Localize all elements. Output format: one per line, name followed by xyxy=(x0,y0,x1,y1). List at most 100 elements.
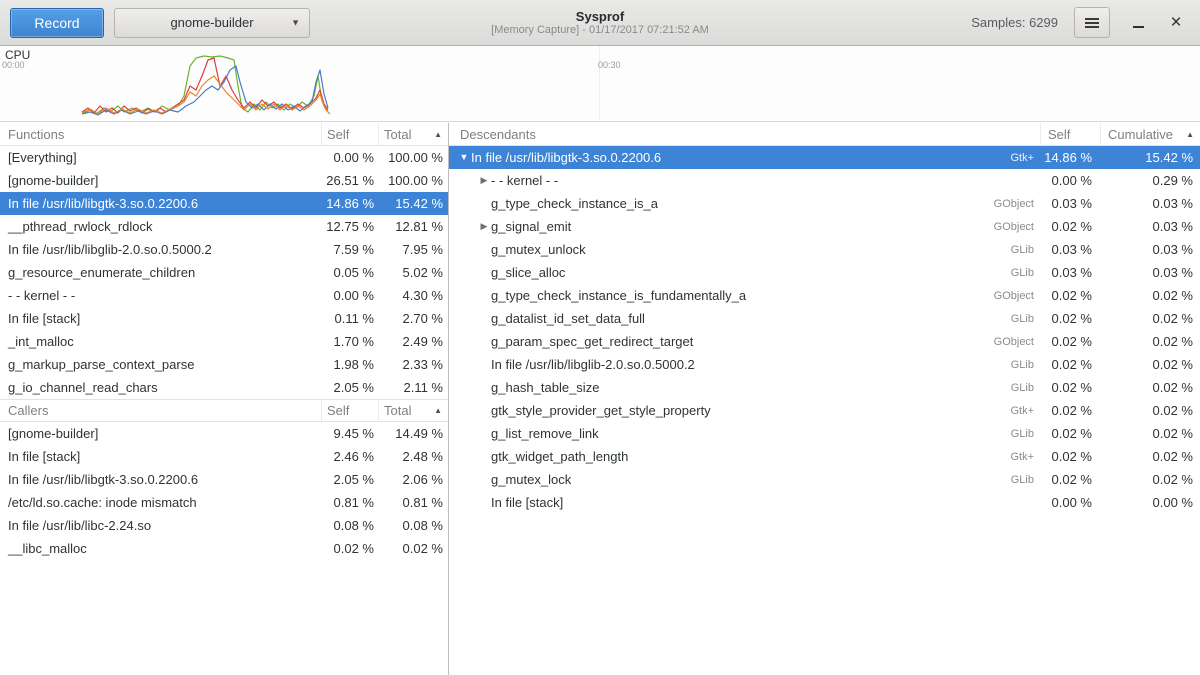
caller-row[interactable]: In file [stack]2.46 %2.48 % xyxy=(0,445,448,468)
functions-column-header[interactable]: Functions xyxy=(0,123,321,145)
function-row[interactable]: g_io_channel_read_chars2.05 %2.11 % xyxy=(0,376,448,399)
descendant-name-cell: g_slice_allocGLib xyxy=(449,265,1040,280)
cumulative-percent: 0.02 % xyxy=(1100,403,1200,418)
expander-expanded-icon[interactable]: ▼ xyxy=(457,153,471,162)
cpu-timeline[interactable]: CPU 00:00 00:30 xyxy=(0,46,1200,122)
descendant-row[interactable]: g_mutex_lockGLib0.02 %0.02 % xyxy=(449,468,1200,491)
target-selector-dropdown[interactable]: gnome-builder ▼ xyxy=(114,8,310,38)
time-tick-start: 00:00 xyxy=(2,60,25,70)
cumulative-percent: 0.02 % xyxy=(1100,472,1200,487)
descendant-row[interactable]: In file /usr/lib/libglib-2.0.so.0.5000.2… xyxy=(449,353,1200,376)
self-percent: 2.05 % xyxy=(321,472,378,487)
descendant-row[interactable]: gtk_style_provider_get_style_propertyGtk… xyxy=(449,399,1200,422)
descendants-cumulative-column-header[interactable]: Cumulative ▲ xyxy=(1100,123,1200,145)
self-percent: 0.02 % xyxy=(1040,288,1100,303)
symbol-name: In file /usr/lib/libgtk-3.so.0.2200.6 xyxy=(0,472,321,487)
total-percent: 2.33 % xyxy=(378,357,448,372)
function-row[interactable]: In file [stack]0.11 %2.70 % xyxy=(0,307,448,330)
caller-row[interactable]: [gnome-builder]9.45 %14.49 % xyxy=(0,422,448,445)
descendant-name-cell: g_datalist_id_set_data_fullGLib xyxy=(449,311,1040,326)
function-row[interactable]: In file /usr/lib/libglib-2.0.so.0.5000.2… xyxy=(0,238,448,261)
symbol-name: In file /usr/lib/libglib-2.0.so.0.5000.2 xyxy=(0,242,321,257)
window-subtitle: [Memory Capture] - 01/17/2017 07:21:52 A… xyxy=(491,24,709,37)
functions-body: [Everything]0.00 %100.00 %[gnome-builder… xyxy=(0,146,448,399)
caller-row[interactable]: /etc/ld.so.cache: inode mismatch0.81 %0.… xyxy=(0,491,448,514)
symbol-name: _int_malloc xyxy=(0,334,321,349)
cumulative-percent: 0.00 % xyxy=(1100,495,1200,510)
descendant-row[interactable]: g_type_check_instance_is_aGObject0.03 %0… xyxy=(449,192,1200,215)
library-tag: GObject xyxy=(986,198,1040,210)
descendant-row[interactable]: g_param_spec_get_redirect_targetGObject0… xyxy=(449,330,1200,353)
cumulative-percent: 0.02 % xyxy=(1100,357,1200,372)
callers-column-header[interactable]: Callers xyxy=(0,400,321,421)
function-row[interactable]: - - kernel - -0.00 %4.30 % xyxy=(0,284,448,307)
symbol-name: g_io_channel_read_chars xyxy=(0,380,321,395)
callers-body: [gnome-builder]9.45 %14.49 %In file [sta… xyxy=(0,422,448,560)
callers-self-column-header[interactable]: Self xyxy=(321,400,378,421)
total-percent: 7.95 % xyxy=(378,242,448,257)
self-percent: 0.02 % xyxy=(1040,334,1100,349)
callers-header-row: Callers Self Total ▲ xyxy=(0,399,448,422)
function-row[interactable]: g_resource_enumerate_children0.05 %5.02 … xyxy=(0,261,448,284)
expander-collapsed-icon[interactable]: ▶ xyxy=(477,222,491,231)
cpu-chart-svg xyxy=(0,46,1200,122)
callers-total-column-header[interactable]: Total ▲ xyxy=(378,400,448,421)
descendant-row[interactable]: g_hash_table_sizeGLib0.02 %0.02 % xyxy=(449,376,1200,399)
descendant-row[interactable]: ▶g_signal_emitGObject0.02 %0.03 % xyxy=(449,215,1200,238)
descendant-row[interactable]: g_slice_allocGLib0.03 %0.03 % xyxy=(449,261,1200,284)
symbol-name: gtk_widget_path_length xyxy=(491,449,628,464)
descendants-column-header[interactable]: Descendants xyxy=(449,123,1040,145)
symbol-name: [Everything] xyxy=(0,150,321,165)
descendant-row[interactable]: In file [stack]0.00 %0.00 % xyxy=(449,491,1200,514)
symbol-name: In file /usr/lib/libgtk-3.so.0.2200.6 xyxy=(471,150,661,165)
descendant-name-cell: ▶- - kernel - - xyxy=(449,173,1040,188)
descendant-row[interactable]: g_list_remove_linkGLib0.02 %0.02 % xyxy=(449,422,1200,445)
left-pane: Functions Self Total ▲ [Everything]0.00 … xyxy=(0,123,449,675)
function-row[interactable]: [gnome-builder]26.51 %100.00 % xyxy=(0,169,448,192)
symbol-name: g_markup_parse_context_parse xyxy=(0,357,321,372)
descendant-row[interactable]: g_type_check_instance_is_fundamentally_a… xyxy=(449,284,1200,307)
library-tag: GLib xyxy=(1003,244,1040,256)
menu-button[interactable] xyxy=(1074,7,1110,38)
self-percent: 0.00 % xyxy=(1040,173,1100,188)
caller-row[interactable]: In file /usr/lib/libgtk-3.so.0.2200.62.0… xyxy=(0,468,448,491)
functions-self-column-header[interactable]: Self xyxy=(321,123,378,145)
close-button[interactable]: × xyxy=(1162,9,1190,37)
descendant-row[interactable]: g_mutex_unlockGLib0.03 %0.03 % xyxy=(449,238,1200,261)
descendant-row[interactable]: ▶- - kernel - -0.00 %0.29 % xyxy=(449,169,1200,192)
self-percent: 0.03 % xyxy=(1040,196,1100,211)
descendant-row[interactable]: gtk_widget_path_lengthGtk+0.02 %0.02 % xyxy=(449,445,1200,468)
total-percent: 5.02 % xyxy=(378,265,448,280)
headerbar-right: Samples: 6299 × xyxy=(971,7,1190,38)
functions-header-row: Functions Self Total ▲ xyxy=(0,123,448,146)
function-row[interactable]: g_markup_parse_context_parse1.98 %2.33 % xyxy=(0,353,448,376)
descendants-self-column-header[interactable]: Self xyxy=(1040,123,1100,145)
headerbar: Record gnome-builder ▼ Sysprof [Memory C… xyxy=(0,0,1200,46)
expander-collapsed-icon[interactable]: ▶ xyxy=(477,176,491,185)
function-row[interactable]: __pthread_rwlock_rdlock12.75 %12.81 % xyxy=(0,215,448,238)
descendant-row[interactable]: g_datalist_id_set_data_fullGLib0.02 %0.0… xyxy=(449,307,1200,330)
record-button[interactable]: Record xyxy=(10,8,104,38)
descendant-row[interactable]: ▼In file /usr/lib/libgtk-3.so.0.2200.6Gt… xyxy=(449,146,1200,169)
caller-row[interactable]: __libc_malloc0.02 %0.02 % xyxy=(0,537,448,560)
total-percent: 0.81 % xyxy=(378,495,448,510)
function-row[interactable]: In file /usr/lib/libgtk-3.so.0.2200.614.… xyxy=(0,192,448,215)
symbol-name: g_type_check_instance_is_a xyxy=(491,196,658,211)
total-percent: 100.00 % xyxy=(378,173,448,188)
descendant-name-cell: ▼In file /usr/lib/libgtk-3.so.0.2200.6Gt… xyxy=(449,150,1040,165)
self-percent: 2.46 % xyxy=(321,449,378,464)
function-row[interactable]: [Everything]0.00 %100.00 % xyxy=(0,146,448,169)
function-row[interactable]: _int_malloc1.70 %2.49 % xyxy=(0,330,448,353)
caller-row[interactable]: In file /usr/lib/libc-2.24.so0.08 %0.08 … xyxy=(0,514,448,537)
total-percent: 0.02 % xyxy=(378,541,448,556)
library-tag: Gtk+ xyxy=(1002,451,1040,463)
cumulative-percent: 0.02 % xyxy=(1100,288,1200,303)
sort-arrow-icon: ▲ xyxy=(1186,130,1194,139)
symbol-name: g_hash_table_size xyxy=(491,380,599,395)
descendants-header-row: Descendants Self Cumulative ▲ xyxy=(449,123,1200,146)
functions-total-column-header[interactable]: Total ▲ xyxy=(378,123,448,145)
symbol-name: g_list_remove_link xyxy=(491,426,599,441)
minimize-button[interactable] xyxy=(1124,9,1152,37)
total-percent: 2.11 % xyxy=(378,380,448,395)
main-panes: Functions Self Total ▲ [Everything]0.00 … xyxy=(0,123,1200,675)
